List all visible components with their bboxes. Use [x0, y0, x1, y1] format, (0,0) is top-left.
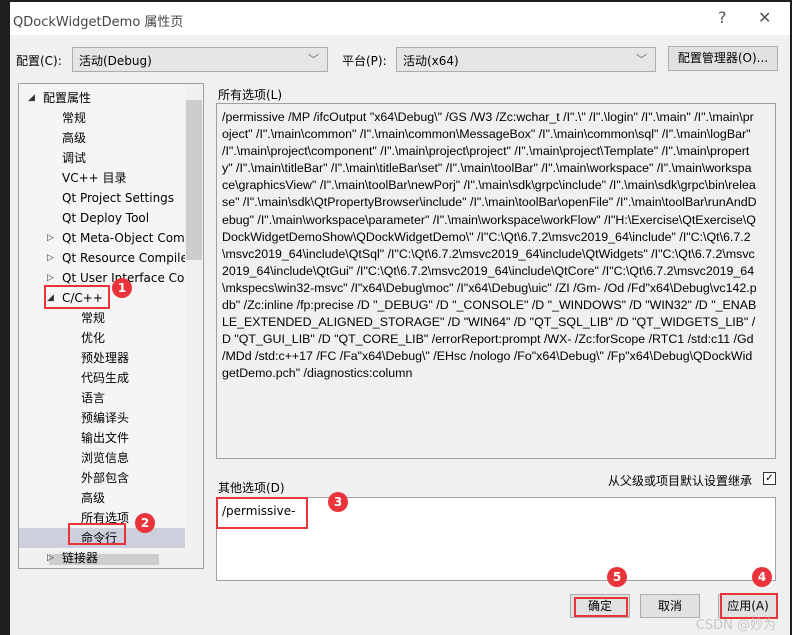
platform-value: 活动(x64) [403, 54, 459, 68]
tree-item[interactable]: 输出文件 [19, 428, 185, 448]
close-button[interactable]: ✕ [758, 8, 771, 27]
tree-item-label: VC++ 目录 [62, 171, 127, 185]
tree-item[interactable]: ▷ Qt Meta-Object Compiler [19, 228, 185, 248]
tree-item-label: 链接器 [62, 551, 99, 565]
tree-item[interactable]: 调试 [19, 148, 185, 168]
other-options-label: 其他选项(D) [218, 481, 285, 495]
highlight-command-line [68, 523, 126, 545]
all-options-value: /permissive /MP /ifcOutput "x64\Debug\" … [222, 110, 757, 381]
tree-item[interactable]: 语言 [19, 388, 185, 408]
chevron-down-icon: ﹀ [636, 53, 647, 66]
tree-vertical-scrollbar[interactable] [185, 84, 203, 552]
tree-item[interactable]: 外部包含 [19, 468, 185, 488]
annotation-badge: 4 [752, 567, 772, 587]
cancel-button[interactable]: 取消 [640, 594, 700, 618]
tree-item[interactable]: 预处理器 [19, 348, 185, 368]
tree-item[interactable]: 预编译头 [19, 408, 185, 428]
tree-item[interactable]: 代码生成 [19, 368, 185, 388]
collapse-triangle-icon[interactable]: ◢ [28, 88, 35, 108]
all-options-scrollbar[interactable] [758, 104, 775, 458]
title-bar: QDockWidgetDemo 属性页 ? ✕ [10, 2, 790, 35]
config-label: 配置(C): [16, 54, 62, 68]
scrollbar-thumb[interactable] [186, 100, 202, 260]
property-tree: ◢ 配置属性 常规 高级 调试 VC++ 目录 Qt Project Settings Qt … [18, 83, 204, 569]
annotation-badge: 1 [112, 278, 132, 298]
tree-item-label: 高级 [81, 491, 106, 505]
config-manager-button[interactable]: 配置管理器(O)... [668, 46, 778, 71]
tree-item[interactable]: 常规 [19, 108, 185, 128]
tree-item[interactable]: ▷ 链接器 [19, 548, 185, 568]
all-options-text[interactable]: /permissive /MP /ifcOutput "x64\Debug\" … [216, 103, 776, 459]
tree-item[interactable]: 浏览信息 [19, 448, 185, 468]
expand-triangle-icon[interactable]: ▷ [47, 248, 54, 268]
tree-item-label: 预处理器 [81, 351, 130, 365]
tree-item-label: Qt Deploy Tool [62, 211, 150, 225]
expand-triangle-icon[interactable]: ▷ [47, 548, 54, 568]
inherit-label: 从父级或项目默认设置继承 [608, 474, 753, 488]
property-dialog: QDockWidgetDemo 属性页 ? ✕ 配置(C): 活动(Debug)… [10, 2, 790, 635]
tree-item[interactable]: ◢ 配置属性 [19, 88, 185, 108]
tree-item-label: 常规 [81, 311, 106, 325]
tree-item[interactable]: Qt Project Settings [19, 188, 185, 208]
config-select[interactable]: 活动(Debug) ﹀ [72, 47, 328, 72]
tree-item-label: Qt Meta-Object Compiler [62, 231, 185, 245]
tree-item[interactable]: Qt Deploy Tool [19, 208, 185, 228]
window-title: QDockWidgetDemo 属性页 [13, 15, 184, 30]
watermark: CSDN @妙为 [695, 618, 776, 633]
chevron-down-icon: ﹀ [308, 53, 319, 66]
tree-item[interactable]: 常规 [19, 308, 185, 328]
tree-item-label: 优化 [81, 331, 106, 345]
platform-label: 平台(P): [342, 54, 387, 68]
tree-item[interactable]: 高级 [19, 128, 185, 148]
platform-select[interactable]: 活动(x64) ﹀ [396, 47, 656, 72]
tree-item-label: Qt Resource Compiler [62, 251, 185, 265]
highlight-cpp [44, 285, 110, 309]
annotation-badge: 3 [328, 492, 348, 512]
tree-item-label: 输出文件 [81, 431, 130, 445]
tree-item-label: 预编译头 [81, 411, 130, 425]
tree-item-label: Qt Project Settings [62, 191, 175, 205]
help-button[interactable]: ? [718, 8, 727, 27]
highlight-other-options [216, 497, 308, 529]
annotation-badge: 2 [135, 513, 155, 533]
tree-item[interactable]: 高级 [19, 488, 185, 508]
tree-item[interactable]: VC++ 目录 [19, 168, 185, 188]
tree-item[interactable]: ▷ Qt Resource Compiler [19, 248, 185, 268]
config-value: 活动(Debug) [79, 54, 152, 68]
tree-item-label: 常规 [62, 111, 87, 125]
tree-item-label: 语言 [81, 391, 106, 405]
tree-item-label: 代码生成 [81, 371, 130, 385]
tree-item-label: 调试 [62, 151, 87, 165]
tree-item[interactable]: 优化 [19, 328, 185, 348]
expand-triangle-icon[interactable]: ▷ [47, 228, 54, 248]
annotation-badge: 5 [607, 567, 627, 587]
highlight-ok [574, 597, 628, 617]
inherit-checkbox[interactable]: ✓ [763, 472, 776, 485]
tree-item-label: 外部包含 [81, 471, 130, 485]
tree-item-label: 浏览信息 [81, 451, 130, 465]
all-options-label: 所有选项(L) [218, 88, 283, 102]
tree-item-label: 高级 [62, 131, 87, 145]
tree-item-label: 配置属性 [43, 91, 92, 105]
